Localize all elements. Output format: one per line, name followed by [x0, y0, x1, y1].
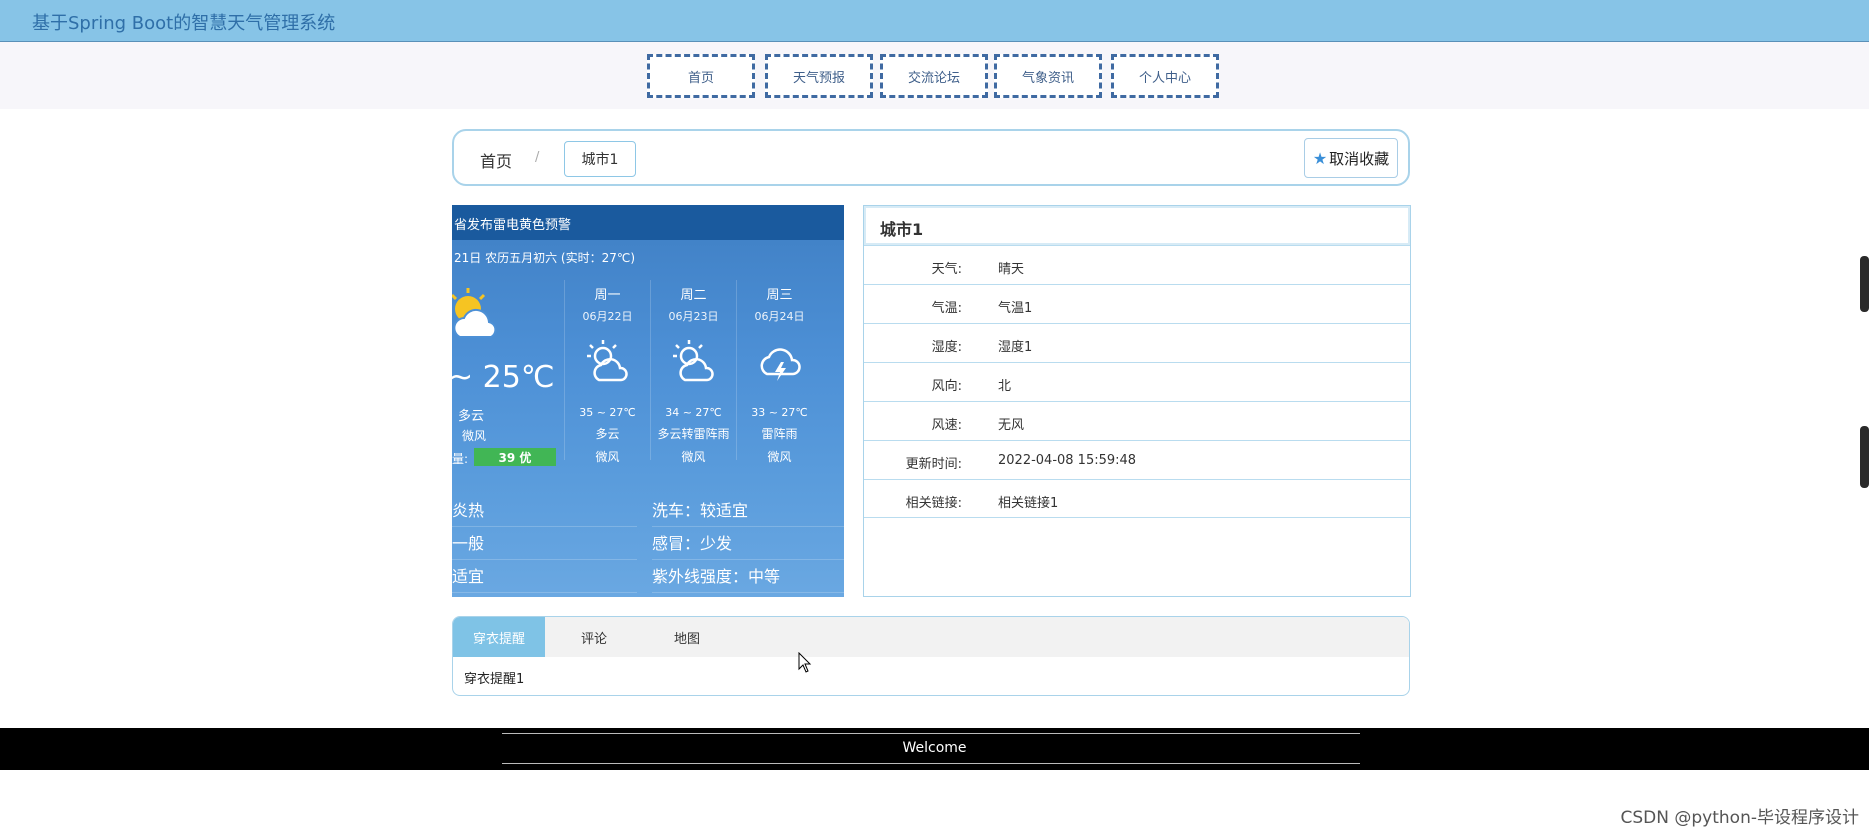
footer: Welcome — [0, 728, 1869, 770]
tip-item: 紫外线强度：中等 — [652, 561, 844, 593]
scrollbar-thumb[interactable] — [1860, 426, 1869, 488]
top-header: 基于Spring Boot的智慧天气管理系统 — [0, 0, 1869, 42]
sun-cloud-icon — [452, 288, 497, 338]
forecast-day-wind: 微风 — [595, 450, 620, 464]
info-row: 天气: 晴天 — [864, 245, 1410, 284]
today-wind: 微风 — [462, 429, 487, 443]
breadcrumb: 首页 / 城市1 ★ 取消收藏 — [452, 129, 1410, 186]
nav-news[interactable]: 气象资讯 — [994, 54, 1102, 98]
partly-sunny-icon — [672, 340, 714, 382]
info-row: 更新时间: 2022-04-08 15:59:48 — [864, 440, 1410, 479]
partly-sunny-icon — [586, 340, 628, 382]
info-key: 天气: — [931, 262, 962, 277]
today-temperature: ~ 25℃ — [452, 360, 555, 395]
site-title: 基于Spring Boot的智慧天气管理系统 — [32, 13, 336, 34]
forecast-day-name: 周一 — [594, 288, 621, 303]
tab-comments[interactable]: 评论 — [548, 617, 640, 657]
forecast-day-temp: 34 ~ 27℃ — [665, 406, 722, 419]
forecast-day-date: 06月24日 — [754, 310, 805, 323]
forecast-day-name: 周三 — [766, 288, 793, 303]
info-value: 2022-04-08 15:59:48 — [998, 453, 1137, 468]
forecast-day: 周三 06月24日 33 ~ 27℃ 雷阵雨 微风 — [736, 280, 822, 464]
tip-item: 洗车：较适宜 — [652, 495, 844, 527]
footer-welcome: Welcome — [902, 740, 967, 756]
tip-item: 适宜 — [452, 561, 637, 593]
breadcrumb-separator: / — [535, 150, 540, 165]
info-key: 更新时间: — [905, 457, 962, 472]
forecast-day-temp: 35 ~ 27℃ — [579, 406, 636, 419]
forecast-day-cond: 多云转雷阵雨 — [657, 427, 730, 441]
tab-map[interactable]: 地图 — [641, 617, 733, 657]
info-value: 北 — [998, 379, 1012, 394]
info-value related-link[interactable]: 相关链接1 — [998, 492, 1058, 511]
city-name: 城市1 — [864, 206, 1410, 245]
widget-date: 21日 农历五月初六 (实时：27℃) — [454, 251, 636, 265]
nav-forum[interactable]: 交流论坛 — [880, 54, 988, 98]
forecast-day-wind: 微风 — [681, 450, 706, 464]
info-key: 风向: — [931, 379, 962, 394]
forecast-day-name: 周二 — [680, 288, 707, 303]
forecast-day: 周一 06月22日 35 ~ 27℃ 多云 微风 — [564, 280, 650, 464]
forecast-day-temp: 33 ~ 27℃ — [751, 406, 808, 419]
forecast-day-date: 06月22日 — [582, 310, 633, 323]
forecast-day-wind: 微风 — [767, 450, 792, 464]
watermark: CSDN @python-毕设程序设计 — [1620, 808, 1859, 828]
forecast-day-cond: 雷阵雨 — [761, 427, 798, 441]
nav-personal-center[interactable]: 个人中心 — [1111, 54, 1219, 98]
breadcrumb-current: 城市1 — [564, 141, 636, 177]
info-row: 气温: 气温1 — [864, 284, 1410, 323]
nav-forecast[interactable]: 天气预报 — [765, 54, 873, 98]
forecast-day-cond: 多云 — [595, 427, 620, 441]
star-icon: ★ — [1312, 148, 1328, 168]
info-row: 湿度: 湿度1 — [864, 323, 1410, 362]
info-row: 风速: 无风 — [864, 401, 1410, 440]
forecast-day-date: 06月23日 — [668, 310, 719, 323]
info-row: 相关链接: 相关链接1 — [864, 479, 1410, 518]
mouse-cursor-icon — [798, 652, 812, 673]
info-value: 无风 — [998, 418, 1025, 433]
tab-dressing-tips[interactable]: 穿衣提醒 — [453, 617, 545, 657]
weather-alert: 省发布雷电黄色预警 — [454, 218, 572, 233]
info-row: 风向: 北 — [864, 362, 1410, 401]
footer-divider — [502, 733, 1360, 734]
unfavorite-button[interactable]: ★ 取消收藏 — [1304, 138, 1398, 178]
aqi-label: 量: — [452, 452, 469, 466]
city-info-panel: 城市1 天气: 晴天 气温: 气温1 湿度: 湿度1 风向: 北 风速: 无风 … — [863, 205, 1411, 597]
scrollbar-thumb[interactable] — [1860, 256, 1869, 312]
tip-item: 一般 — [452, 528, 637, 560]
info-key: 湿度: — [931, 340, 962, 355]
footer-divider — [502, 763, 1360, 764]
info-key: 气温: — [931, 301, 962, 316]
forecast-day: 周二 06月23日 34 ~ 27℃ 多云转雷阵雨 微风 — [650, 280, 736, 464]
widget-alert-bar: 省发布雷电黄色预警 — [452, 205, 844, 240]
main-nav: 首页 天气预报 交流论坛 气象资讯 个人中心 — [0, 42, 1869, 109]
detail-tabs: 穿衣提醒 评论 地图 穿衣提醒1 — [452, 616, 1410, 696]
info-value: 晴天 — [998, 262, 1025, 277]
tab-content: 穿衣提醒1 — [464, 672, 525, 687]
tip-item: 感冒：少发 — [652, 528, 844, 560]
info-value: 气温1 — [998, 301, 1033, 316]
info-key: 相关链接: — [905, 496, 962, 511]
weather-widget: 省发布雷电黄色预警 21日 农历五月初六 (实时：27℃) ~ 25℃ 多云 微… — [452, 205, 844, 597]
nav-home[interactable]: 首页 — [647, 54, 755, 98]
info-key: 风速: — [931, 418, 962, 433]
tab-bar: 穿衣提醒 评论 地图 — [453, 617, 1409, 657]
aqi-badge: 39 优 — [474, 448, 556, 466]
tip-item: 炎热 — [452, 495, 637, 527]
unfavorite-label: 取消收藏 — [1329, 149, 1390, 168]
breadcrumb-home[interactable]: 首页 — [480, 148, 512, 172]
info-value: 湿度1 — [998, 340, 1033, 355]
thunderstorm-icon — [760, 348, 801, 381]
today-condition: 多云 — [458, 409, 485, 424]
